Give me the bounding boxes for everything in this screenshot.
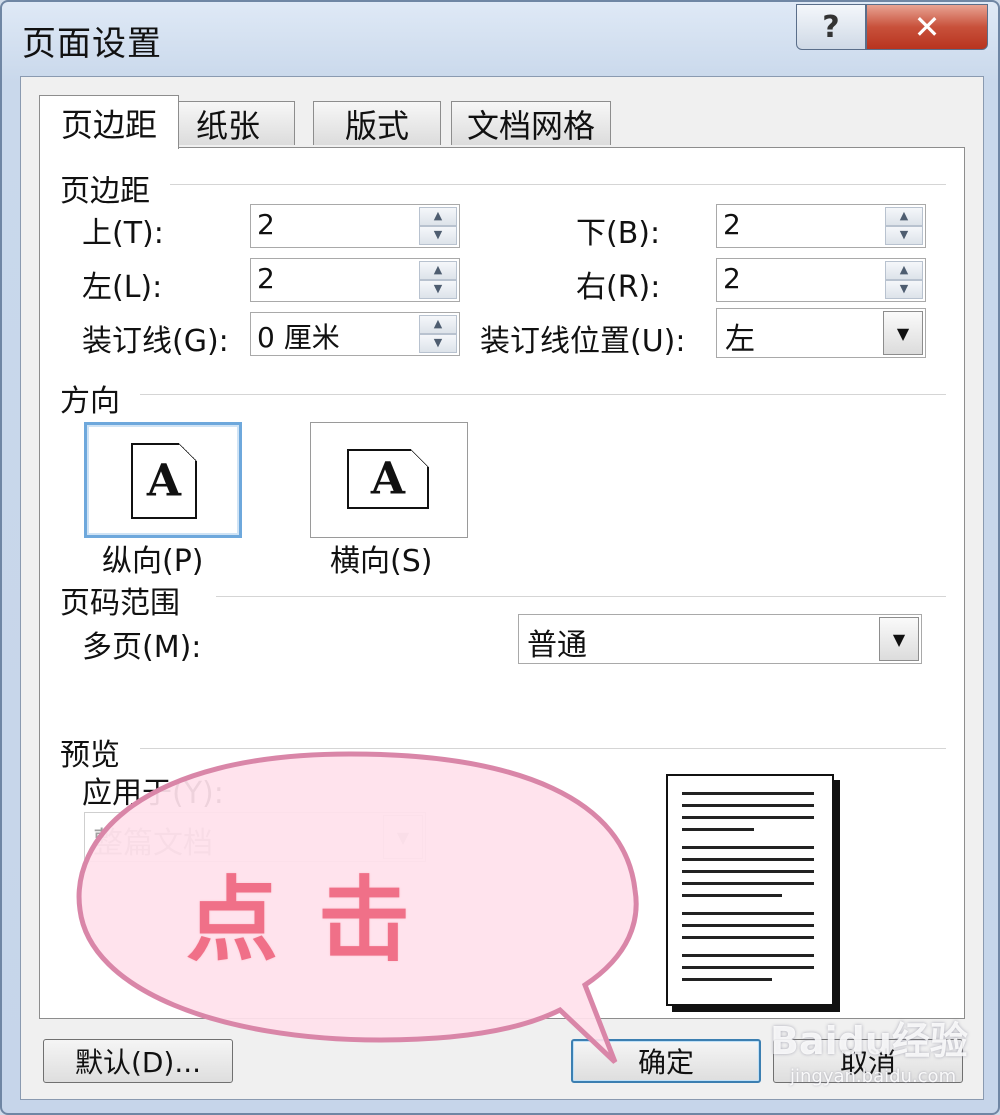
cancel-button[interactable]: 取消	[773, 1039, 963, 1083]
spin-down-icon[interactable]: ▼	[419, 280, 457, 299]
pages-section-label: 页码范围	[60, 586, 180, 621]
help-button[interactable]: ?	[796, 4, 866, 50]
chevron-down-icon[interactable]: ▼	[883, 311, 923, 355]
bottom-margin-value: 2	[723, 208, 741, 241]
preview-line	[682, 978, 772, 981]
close-button[interactable]: ✕	[866, 4, 988, 50]
preview-line	[682, 894, 782, 897]
spin-up-icon[interactable]: ▲	[419, 261, 457, 280]
orientation-divider	[140, 394, 946, 395]
preview-line	[682, 936, 814, 939]
preview-line	[682, 870, 814, 873]
landscape-page-icon: A	[347, 449, 429, 509]
pages-divider	[216, 596, 946, 597]
portrait-page-icon: A	[131, 443, 197, 519]
right-margin-value: 2	[723, 262, 741, 295]
top-margin-label: 上(T):	[82, 216, 164, 251]
preview-line	[682, 924, 814, 927]
preview-line	[682, 846, 814, 849]
chevron-down-icon[interactable]: ▼	[383, 815, 423, 859]
preview-line	[682, 912, 814, 915]
spin-up-icon[interactable]: ▲	[419, 207, 457, 226]
preview-line	[682, 882, 814, 885]
dialog-title: 页面设置	[22, 24, 162, 64]
preview-line	[682, 828, 754, 831]
bottom-margin-input[interactable]: 2 ▲ ▼	[716, 204, 926, 248]
left-margin-label: 左(L):	[82, 270, 163, 305]
spin-down-icon[interactable]: ▼	[885, 280, 923, 299]
dialog-client-area: 纸张 版式 文档网格 页边距 页边距 上(T): 2 ▲ ▼ 下(B): 2 ▲ ▼…	[20, 76, 984, 1100]
help-icon: ?	[822, 9, 840, 45]
apply-to-value: 整篇文档	[93, 826, 213, 861]
bottom-margin-label: 下(B):	[576, 216, 661, 251]
right-margin-input[interactable]: 2 ▲ ▼	[716, 258, 926, 302]
tab-margins[interactable]: 页边距	[39, 95, 179, 149]
close-icon: ✕	[913, 8, 941, 46]
right-margin-label: 右(R):	[576, 270, 661, 305]
spin-up-icon[interactable]: ▲	[419, 315, 457, 334]
gutter-position-value: 左	[725, 322, 755, 357]
preview-line	[682, 858, 814, 861]
tab-document-grid[interactable]: 文档网格	[451, 101, 611, 145]
multiple-pages-value: 普通	[527, 628, 587, 663]
apply-to-select[interactable]: 整篇文档 ▼	[84, 812, 426, 862]
ok-button[interactable]: 确定	[571, 1039, 761, 1083]
portrait-button[interactable]: A	[84, 422, 242, 538]
preview-page	[666, 774, 834, 1006]
title-bar: 页面设置 ? ✕	[2, 2, 998, 74]
top-margin-input[interactable]: 2 ▲ ▼	[250, 204, 460, 248]
orientation-section-label: 方向	[60, 384, 120, 419]
gutter-value: 0 厘米	[257, 321, 340, 354]
spin-up-icon[interactable]: ▲	[885, 261, 923, 280]
spin-down-icon[interactable]: ▼	[419, 334, 457, 353]
left-margin-value: 2	[257, 262, 275, 295]
preview-divider	[140, 748, 946, 749]
preview-line	[682, 816, 814, 819]
spin-down-icon[interactable]: ▼	[885, 226, 923, 245]
gutter-label: 装订线(G):	[82, 324, 229, 359]
preview-line	[682, 792, 814, 795]
tab-paper[interactable]: 纸张	[161, 101, 295, 145]
tab-layout[interactable]: 版式	[313, 101, 441, 145]
landscape-label: 横向(S)	[330, 544, 433, 579]
preview-line	[682, 804, 814, 807]
apply-to-label: 应用于(Y):	[82, 776, 224, 811]
left-margin-input[interactable]: 2 ▲ ▼	[250, 258, 460, 302]
spin-down-icon[interactable]: ▼	[419, 226, 457, 245]
margins-section-label: 页边距	[60, 174, 150, 209]
margins-divider	[170, 184, 946, 185]
portrait-label: 纵向(P)	[102, 544, 204, 579]
preview-line	[682, 954, 814, 957]
chevron-down-icon[interactable]: ▼	[879, 617, 919, 661]
spin-up-icon[interactable]: ▲	[885, 207, 923, 226]
multiple-pages-label: 多页(M):	[82, 630, 202, 665]
gutter-position-select[interactable]: 左 ▼	[716, 308, 926, 358]
top-margin-value: 2	[257, 208, 275, 241]
default-button[interactable]: 默认(D)...	[43, 1039, 233, 1083]
multiple-pages-select[interactable]: 普通 ▼	[518, 614, 922, 664]
gutter-position-label: 装订线位置(U):	[480, 324, 686, 359]
gutter-input[interactable]: 0 厘米 ▲ ▼	[250, 312, 460, 356]
page-setup-dialog: 页面设置 ? ✕ 纸张 版式 文档网格 页边距 页边距 上(T): 2 ▲ ▼ 下…	[0, 0, 1000, 1115]
landscape-button[interactable]: A	[310, 422, 468, 538]
preview-line	[682, 966, 814, 969]
